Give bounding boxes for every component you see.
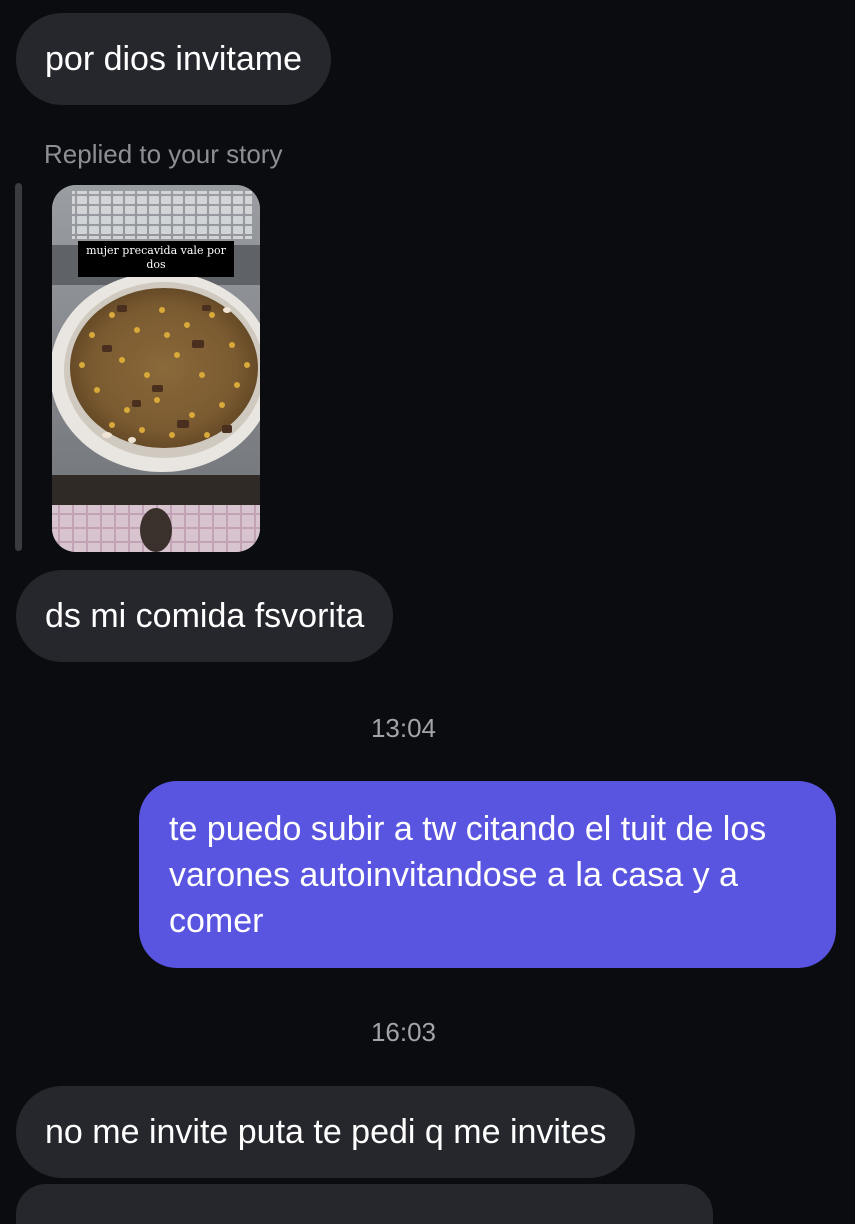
message-timestamp: 13:04 (370, 713, 437, 743)
message-text: ds mi comida fsvorita (45, 597, 365, 635)
story-thumbnail[interactable]: mujer precavida vale por dos (52, 185, 260, 552)
incoming-message-partial[interactable] (16, 1184, 713, 1224)
story-reply-label: Replied to your story (44, 139, 283, 169)
incoming-message[interactable]: no me invite puta te pedi q me invites (16, 1086, 636, 1178)
incoming-message[interactable]: por dios invitame (16, 13, 332, 105)
incoming-message[interactable]: ds mi comida fsvorita (16, 570, 394, 662)
message-text: te puedo subir a tw citando el tuit de l… (169, 810, 767, 940)
reply-indicator-bar (15, 183, 22, 551)
story-caption: mujer precavida vale por dos (78, 241, 234, 277)
message-timestamp: 16:03 (370, 1017, 437, 1047)
message-text: no me invite puta te pedi q me invites (45, 1113, 607, 1151)
outgoing-message[interactable]: te puedo subir a tw citando el tuit de l… (139, 781, 836, 968)
message-text: por dios invitame (45, 40, 303, 78)
